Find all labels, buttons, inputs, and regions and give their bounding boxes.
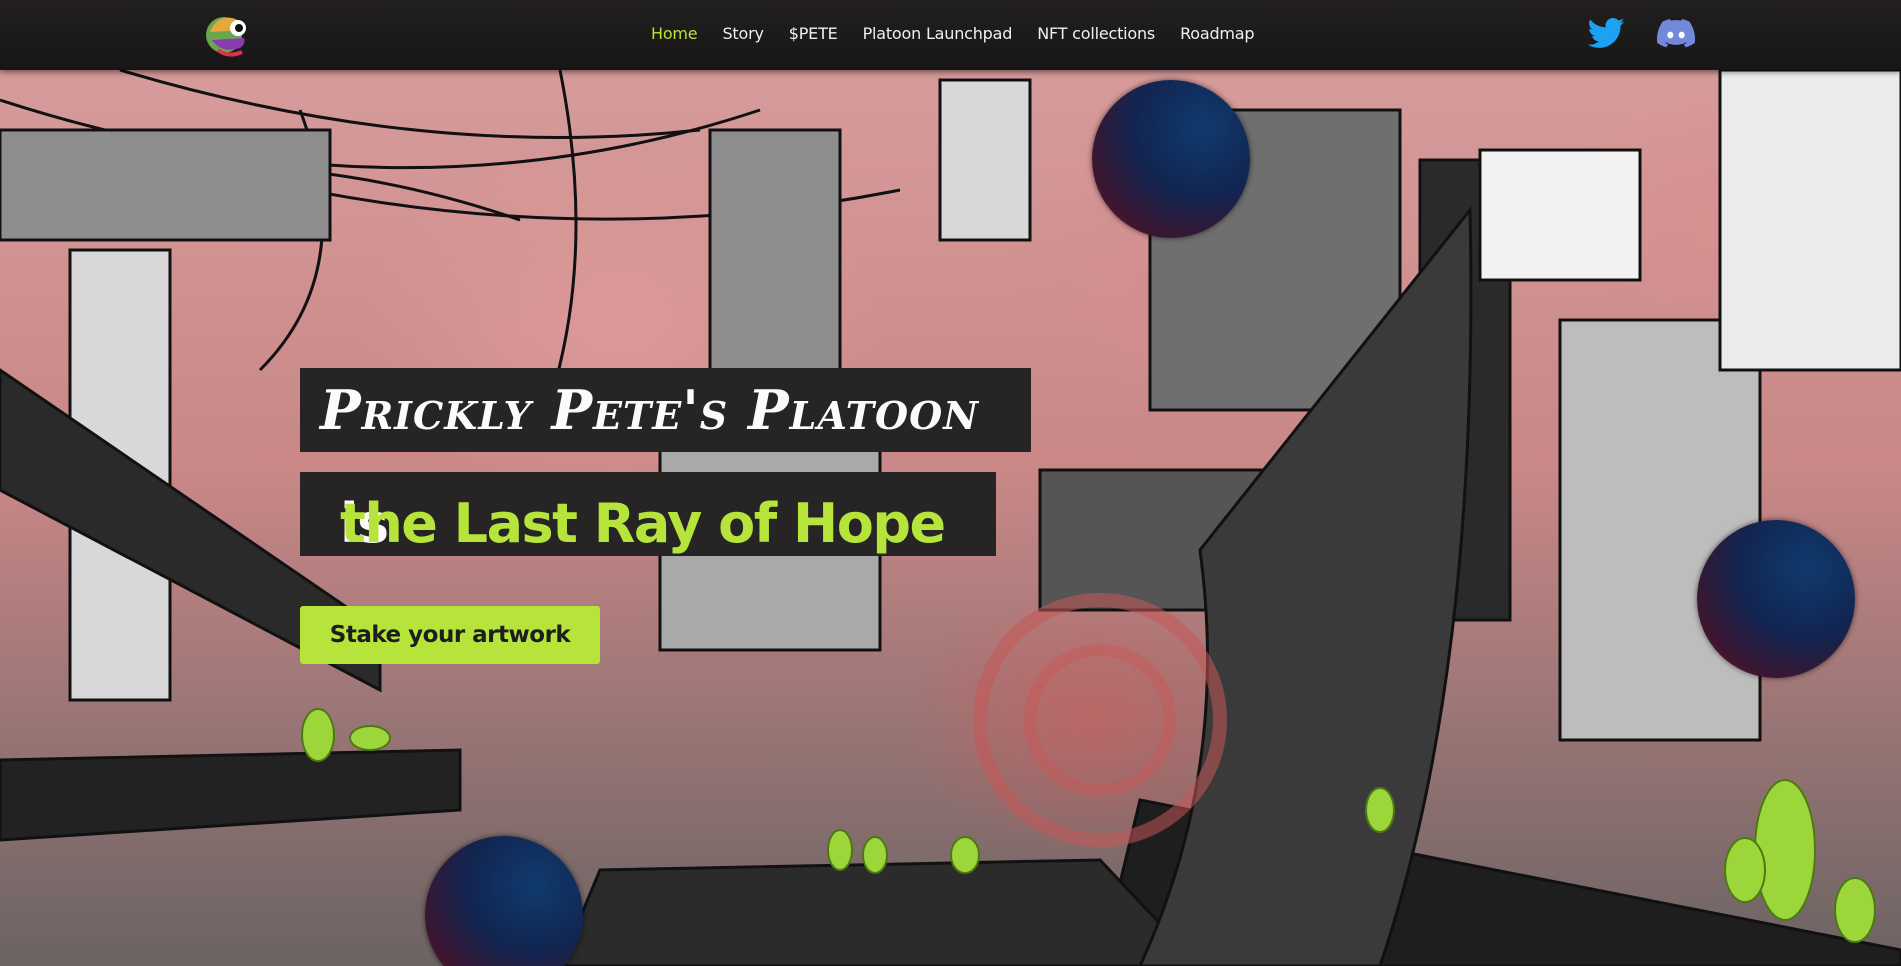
- nav-roadmap[interactable]: Roadmap: [1180, 24, 1254, 43]
- twitter-icon[interactable]: [1585, 14, 1627, 54]
- stake-artwork-button[interactable]: Stake your artwork: [300, 606, 600, 664]
- nav-story[interactable]: Story: [722, 24, 763, 43]
- nav-nft-collections[interactable]: NFT collections: [1037, 24, 1155, 43]
- floating-orb: [1092, 80, 1250, 238]
- chameleon-logo-icon[interactable]: [202, 10, 252, 60]
- nav-home[interactable]: Home: [651, 24, 698, 43]
- floating-orb: [1697, 520, 1855, 678]
- hero-title: Prickly Pete's Platoon: [320, 378, 979, 442]
- hero-subtitle-box: is the Last Ray of Hope: [300, 472, 996, 556]
- main-menu: Home Story $PETE Platoon Launchpad NFT c…: [651, 24, 1255, 43]
- nav-platoon-launchpad[interactable]: Platoon Launchpad: [863, 24, 1013, 43]
- top-navbar: Home Story $PETE Platoon Launchpad NFT c…: [0, 0, 1901, 70]
- nav-pete-token[interactable]: $PETE: [789, 24, 838, 43]
- discord-icon[interactable]: [1655, 14, 1697, 54]
- hero-title-box: Prickly Pete's Platoon: [300, 368, 1031, 452]
- subtitle-highlight: the Last Ray of Hope: [340, 492, 946, 555]
